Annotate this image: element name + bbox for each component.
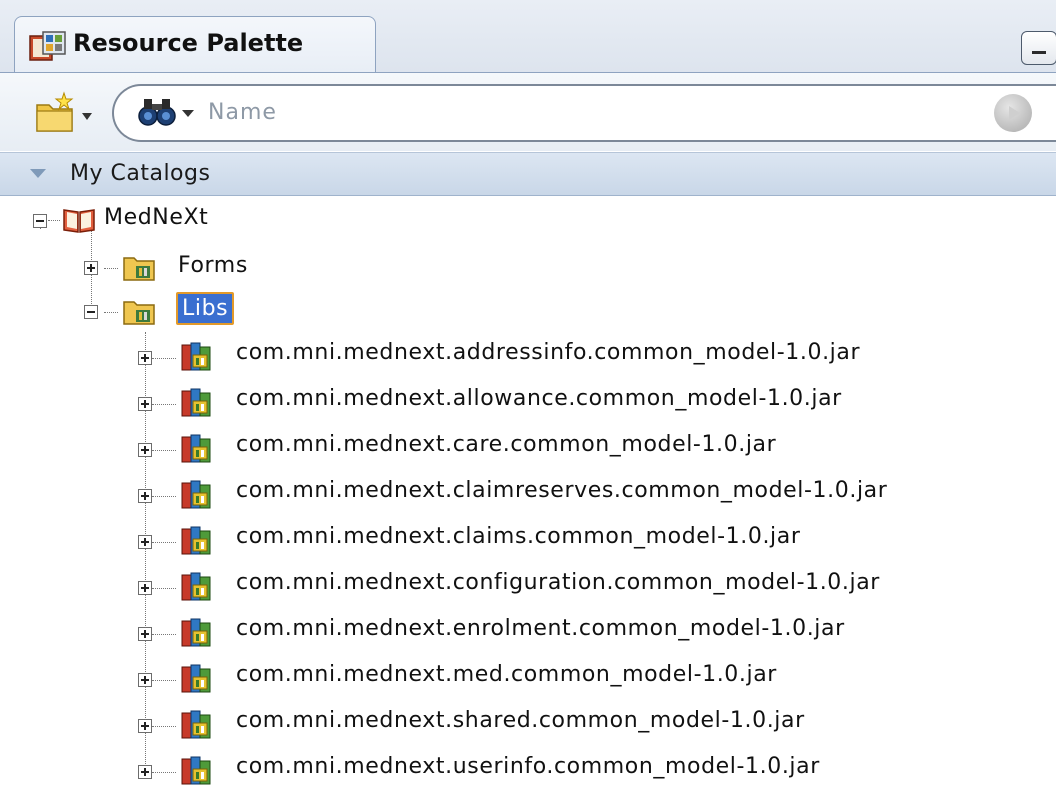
tree-jar-item[interactable]: com.mni.mednext.addressinfo.common_model… bbox=[236, 340, 860, 365]
folder-icon bbox=[123, 257, 155, 281]
tree-jar-item[interactable]: com.mni.mednext.configuration.common_mod… bbox=[236, 570, 880, 595]
play-icon bbox=[1009, 106, 1020, 120]
collapse-toggle[interactable] bbox=[33, 214, 47, 228]
book-icon bbox=[63, 209, 95, 233]
collapse-toggle[interactable] bbox=[84, 305, 98, 319]
tree-connector bbox=[152, 588, 176, 589]
tree-connector bbox=[152, 496, 176, 497]
expand-toggle[interactable] bbox=[138, 443, 152, 457]
my-catalogs-header[interactable]: My Catalogs bbox=[0, 152, 1056, 196]
expand-toggle[interactable] bbox=[138, 351, 152, 365]
resource-palette-tab[interactable]: Resource Palette bbox=[14, 16, 376, 72]
tree-jar-item[interactable]: com.mni.mednext.care.common_model-1.0.ja… bbox=[236, 432, 776, 457]
jar-icon bbox=[181, 480, 211, 509]
jar-icon bbox=[181, 664, 211, 693]
tree-connector bbox=[152, 634, 176, 635]
tree-jar-item[interactable]: com.mni.mednext.med.common_model-1.0.jar bbox=[236, 662, 777, 687]
binoculars-icon[interactable] bbox=[138, 96, 198, 128]
tree-jar-item[interactable]: com.mni.mednext.claims.common_model-1.0.… bbox=[236, 524, 801, 549]
search-input[interactable] bbox=[208, 95, 968, 129]
jar-icon bbox=[181, 710, 211, 739]
expand-toggle[interactable] bbox=[138, 397, 152, 411]
tree-connector bbox=[48, 220, 60, 221]
expand-toggle[interactable] bbox=[138, 673, 152, 687]
jar-icon bbox=[181, 756, 211, 785]
catalog-tree: MedNeXt Forms Libs com.mni.mednext.addre… bbox=[0, 196, 1056, 796]
minimize-icon bbox=[1032, 51, 1046, 54]
jar-icon bbox=[181, 572, 211, 601]
tree-jar-item[interactable]: com.mni.mednext.allowance.common_model-1… bbox=[236, 386, 842, 411]
expand-toggle[interactable] bbox=[138, 535, 152, 549]
expand-toggle[interactable] bbox=[138, 581, 152, 595]
tree-jar-item[interactable]: com.mni.mednext.enrolment.common_model-1… bbox=[236, 616, 845, 641]
panel-header: Resource Palette bbox=[0, 0, 1056, 73]
tree-jar-item[interactable]: com.mni.mednext.userinfo.common_model-1.… bbox=[236, 754, 820, 779]
tree-connector bbox=[104, 268, 118, 269]
resource-palette-icon bbox=[29, 31, 66, 61]
jar-icon bbox=[181, 618, 211, 647]
folder-icon bbox=[123, 301, 155, 325]
tree-connector bbox=[152, 404, 176, 405]
expand-toggle[interactable] bbox=[138, 765, 152, 779]
panel-title: Resource Palette bbox=[73, 29, 304, 57]
toolbar bbox=[0, 73, 1056, 151]
minimize-button[interactable] bbox=[1021, 31, 1056, 65]
tree-connector bbox=[152, 358, 176, 359]
tree-root-label[interactable]: MedNeXt bbox=[104, 205, 208, 230]
jar-icon bbox=[181, 342, 211, 371]
expand-toggle[interactable] bbox=[138, 627, 152, 641]
new-folder-icon[interactable] bbox=[34, 91, 98, 135]
tree-jar-item[interactable]: com.mni.mednext.shared.common_model-1.0.… bbox=[236, 708, 805, 733]
tree-connector bbox=[152, 450, 176, 451]
expand-toggle[interactable] bbox=[138, 719, 152, 733]
tree-folder-forms[interactable]: Forms bbox=[178, 253, 248, 278]
tree-connector bbox=[104, 312, 118, 313]
tree-connector bbox=[152, 772, 176, 773]
tree-folder-libs[interactable]: Libs bbox=[176, 292, 235, 325]
catalog-header-label: My Catalogs bbox=[70, 161, 211, 186]
expand-toggle[interactable] bbox=[84, 261, 98, 275]
collapse-triangle-icon[interactable] bbox=[30, 169, 46, 178]
jar-icon bbox=[181, 434, 211, 463]
go-icon[interactable] bbox=[994, 94, 1032, 132]
tree-connector bbox=[152, 680, 176, 681]
tree-jar-item[interactable]: com.mni.mednext.claimreserves.common_mod… bbox=[236, 478, 887, 503]
expand-toggle[interactable] bbox=[138, 489, 152, 503]
jar-icon bbox=[181, 526, 211, 555]
tree-connector bbox=[152, 542, 176, 543]
jar-icon bbox=[181, 388, 211, 417]
tree-connector bbox=[152, 726, 176, 727]
